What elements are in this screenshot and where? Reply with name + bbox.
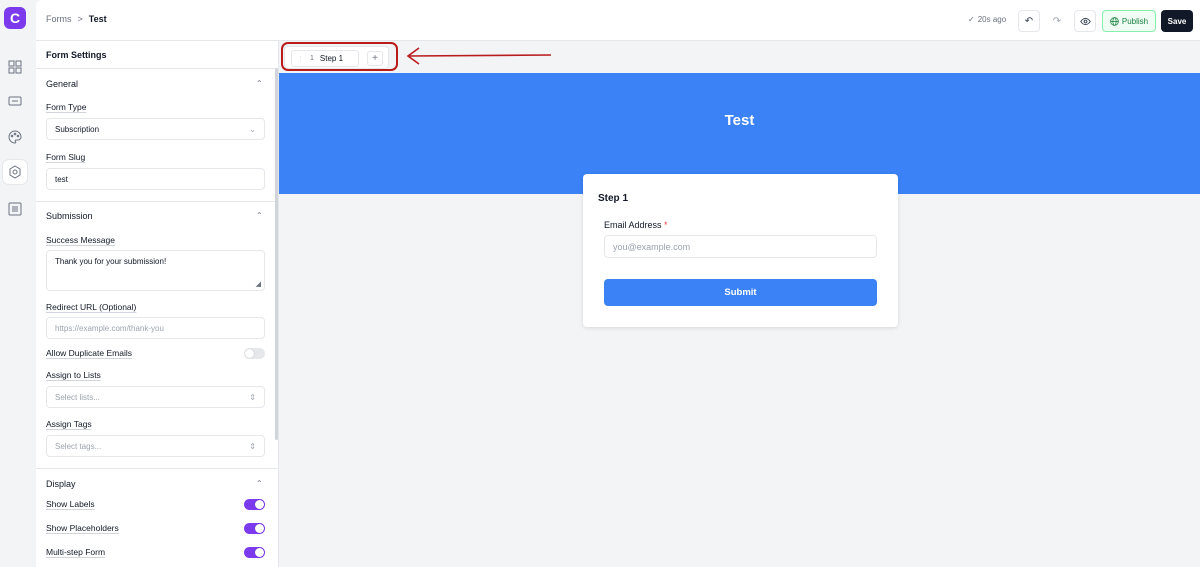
globe-icon [1110, 16, 1119, 26]
required-mark: * [664, 220, 668, 230]
assign-lists-select[interactable]: Select lists... ⇕ [46, 386, 265, 408]
undo-icon: ↶ [1024, 15, 1034, 27]
breadcrumb: Forms > Test [46, 14, 107, 24]
divider [36, 468, 278, 469]
form-type-select[interactable]: Subscription ⌄ [46, 118, 265, 140]
assign-lists-label: Assign to Lists [46, 370, 101, 380]
email-field-label: Email Address * [604, 220, 668, 230]
chevron-up-icon[interactable]: ⌃ [256, 79, 263, 88]
section-display-title[interactable]: Display [46, 479, 76, 489]
sidebar-title: Form Settings [46, 50, 107, 60]
form-settings-sidebar: Form Settings General ⌃ Form Type Subscr… [36, 41, 279, 567]
redirect-url-placeholder: https://example.com/thank-you [55, 323, 164, 333]
publish-label: Publish [1121, 16, 1149, 26]
allow-duplicates-toggle[interactable] [244, 348, 265, 359]
sidebar-scrollbar[interactable] [275, 68, 278, 440]
show-placeholders-toggle[interactable] [244, 523, 265, 534]
form-type-label: Form Type [46, 102, 87, 112]
redo-button[interactable]: ↷ [1046, 10, 1068, 32]
divider [36, 201, 278, 202]
check-icon: ✓ [968, 15, 975, 24]
form-slug-value: test [55, 174, 68, 184]
annotation-arrow-icon [406, 47, 552, 65]
form-type-value: Subscription [55, 124, 100, 134]
form-slug-label: Form Slug [46, 152, 86, 162]
allow-duplicates-label: Allow Duplicate Emails [46, 348, 132, 358]
email-label-text: Email Address [604, 220, 662, 230]
palette-icon[interactable] [6, 128, 24, 146]
multi-step-label: Multi-step Form [46, 547, 106, 557]
multi-step-toggle[interactable] [244, 547, 265, 558]
preview-button[interactable] [1074, 10, 1096, 32]
email-input[interactable]: you@example.com [604, 235, 877, 258]
save-button[interactable]: Save [1161, 10, 1193, 32]
publish-button[interactable]: Publish [1102, 10, 1156, 32]
assign-tags-placeholder: Select tags... [55, 441, 102, 451]
success-message-value: Thank you for your submission! [55, 257, 167, 266]
show-placeholders-label: Show Placeholders [46, 523, 119, 533]
redo-icon: ↷ [1052, 15, 1062, 27]
redirect-url-label: Redirect URL (Optional) [46, 302, 137, 312]
columns-icon[interactable] [6, 200, 24, 218]
grid-icon[interactable] [6, 58, 24, 76]
show-labels-toggle[interactable] [244, 499, 265, 510]
chevron-up-icon[interactable]: ⌃ [256, 211, 263, 220]
section-general-title[interactable]: General [46, 79, 78, 89]
divider [36, 68, 278, 69]
form-header-title: Test [724, 112, 755, 129]
top-bar: Forms > Test ✓ 20s ago ↶ ↷ Publish Save [36, 0, 1200, 41]
chevron-updown-icon: ⇕ [249, 441, 256, 451]
breadcrumb-separator: > [77, 14, 83, 24]
success-message-label: Success Message [46, 235, 115, 245]
redirect-url-input[interactable]: https://example.com/thank-you [46, 317, 265, 339]
eye-icon [1079, 17, 1091, 25]
assign-tags-select[interactable]: Select tags... ⇕ [46, 435, 265, 457]
step-title: Step 1 [598, 193, 629, 204]
assign-tags-label: Assign Tags [46, 419, 92, 429]
submit-button[interactable]: Submit [604, 279, 877, 306]
undo-button[interactable]: ↶ [1018, 10, 1040, 32]
card-icon[interactable] [6, 92, 24, 110]
email-placeholder: you@example.com [613, 241, 691, 252]
breadcrumb-current: Test [88, 14, 107, 24]
app-rail: C [0, 0, 30, 567]
chevron-updown-icon: ⇕ [249, 392, 256, 402]
form-card: Step 1 Email Address * you@example.com S… [583, 174, 898, 327]
resize-handle-icon[interactable]: ◢ [256, 280, 261, 288]
annotation-highlight-box [281, 42, 398, 71]
success-message-textarea[interactable]: Thank you for your submission! ◢ [46, 250, 265, 291]
section-submission-title[interactable]: Submission [46, 211, 93, 221]
save-status: ✓ 20s ago [968, 15, 1006, 24]
chevron-down-icon: ⌄ [249, 124, 256, 134]
assign-lists-placeholder: Select lists... [55, 392, 100, 402]
settings-icon[interactable] [3, 160, 27, 184]
breadcrumb-forms[interactable]: Forms [46, 14, 72, 24]
show-labels-label: Show Labels [46, 499, 95, 509]
c-logo-icon[interactable]: C [4, 7, 26, 29]
save-status-text: 20s ago [977, 15, 1007, 24]
chevron-up-icon[interactable]: ⌃ [256, 479, 263, 488]
form-canvas: ⋮ 1 Step 1 + Test Step 1 Email Address *… [279, 41, 1200, 567]
form-slug-input[interactable]: test [46, 168, 265, 190]
